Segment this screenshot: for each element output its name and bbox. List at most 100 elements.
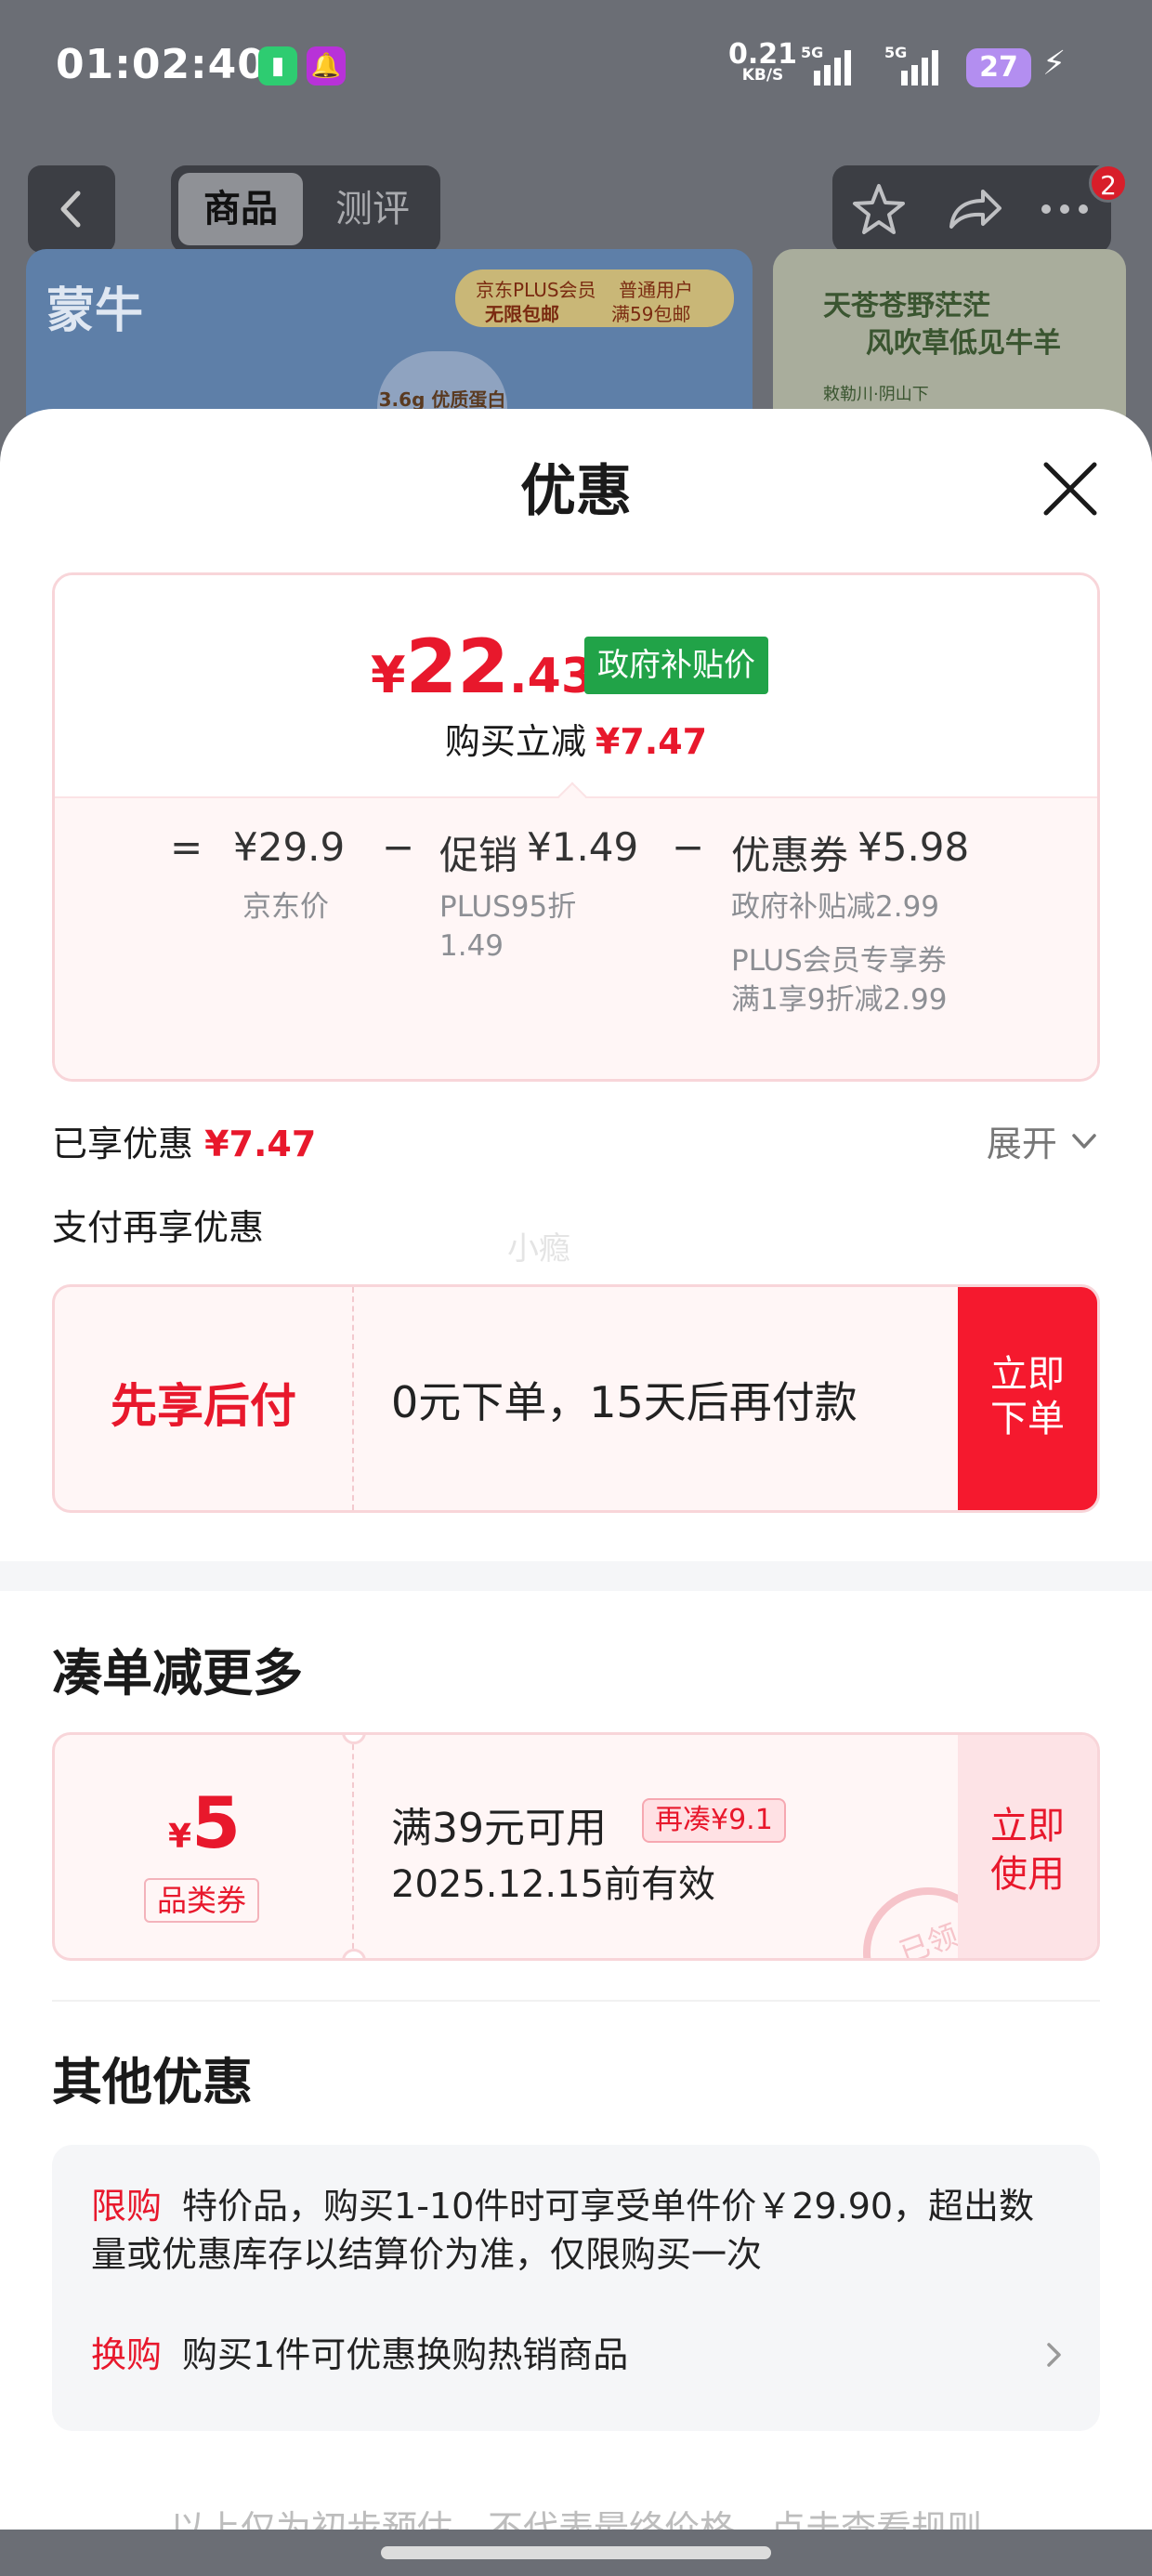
section-divider — [0, 1561, 1152, 1591]
battery-indicator: 27 — [966, 48, 1031, 87]
purchase-limit-item: 限购 特价品，购买1-10件时可享受单件价￥29.90，超出数量或优惠库存以结算价… — [91, 2182, 1067, 2279]
category-coupon-card[interactable]: ¥5 品类券 满39元可用 再凑¥9.1 2025.12.15前有效 已领 立即… — [52, 1732, 1100, 1961]
coupon-type-badge: 品类券 — [144, 1878, 260, 1923]
coupon-condition: 满39元可用 — [391, 1805, 607, 1852]
gov-subsidy-tag: 政府补贴价 — [584, 637, 768, 694]
order-now-line2: 下单 — [990, 1398, 1065, 1440]
coupon-label: 优惠券 — [731, 833, 849, 878]
expand-button[interactable]: 展开 — [987, 1115, 1100, 1166]
price-currency: ¥ — [371, 646, 406, 704]
promo-detail-2: 1.49 — [439, 929, 504, 963]
notification-app-icon: 🔔 — [307, 46, 346, 85]
coupon-amount-box: ¥5 品类券 — [55, 1735, 354, 1958]
close-button[interactable] — [1037, 455, 1104, 522]
close-icon — [1043, 462, 1097, 516]
tab-product[interactable]: 商品 — [178, 173, 303, 245]
pay-more-heading: 支付再享优惠 — [52, 1207, 265, 1248]
banner2-line3: 敕勒川·阴山下 — [823, 385, 929, 404]
coupon-currency: ¥ — [168, 1818, 192, 1856]
back-button[interactable] — [28, 165, 115, 253]
message-count-badge: 2 — [1089, 164, 1128, 203]
use-now-button[interactable]: 立即 使用 — [958, 1735, 1097, 1958]
bnpl-title-box: 先享后付 — [55, 1287, 354, 1510]
product-tabs: 商品 测评 — [171, 165, 440, 253]
status-time: 01:02:40 — [56, 41, 267, 88]
share-icon — [949, 190, 1001, 229]
purchase-limit-label: 限购 — [91, 2186, 163, 2227]
price-decimal: .43 — [508, 649, 596, 704]
chevron-down-icon — [1072, 1134, 1096, 1149]
promo-detail-1: PLUS95折 — [439, 890, 577, 924]
bnpl-description: 0元下单，15天后再付款 — [391, 1377, 857, 1427]
section-divider-line — [52, 2000, 1100, 2002]
coupon-amount-value: 5 — [191, 1781, 241, 1864]
final-price: ¥22.43 — [371, 624, 595, 710]
coupon-detail-2: PLUS会员专享券 — [731, 944, 947, 978]
use-now-line1: 立即 — [990, 1805, 1065, 1847]
instant-reduction: 购买立减 ¥7.47 — [55, 713, 1097, 764]
equals-sign: = — [170, 824, 203, 870]
shipping-tag-a: 京东PLUS会员 — [476, 279, 596, 301]
trade-in-item[interactable]: 换购 购买1件可优惠换购热销商品 — [91, 2331, 628, 2379]
charging-icon: ⚡ — [1042, 45, 1067, 83]
use-now-line2: 使用 — [990, 1853, 1065, 1896]
discount-sheet: 优惠 ¥22.43 政府补贴价 购买立减 ¥7.47 = ¥29.9 京东价 − … — [0, 409, 1152, 2576]
shipping-tag-b: 无限包邮 — [485, 303, 559, 325]
enjoyed-value: ¥7.47 — [204, 1124, 317, 1164]
brand-logo: 蒙牛 — [46, 283, 144, 339]
shipping-tag: 京东PLUS会员 无限包邮 普通用户 满59包邮 — [455, 269, 734, 327]
minus-sign-2: − — [672, 824, 705, 870]
shipping-tag-d: 满59包邮 — [611, 303, 691, 325]
bottle-label: 3.6g 优质蛋白 — [378, 388, 506, 411]
header-actions — [832, 165, 1111, 253]
reduction-value: ¥7.47 — [595, 721, 708, 762]
promo-label: 促销 — [439, 833, 518, 878]
enjoyed-discount-row: 已享优惠 ¥7.47 展开 — [52, 1115, 1100, 1171]
favorite-button[interactable] — [832, 165, 925, 253]
jd-price-label: 京东价 — [242, 890, 329, 924]
enjoyed-label: 已享优惠 — [52, 1124, 194, 1164]
status-bar: 01:02:40 ▮ 🔔 0.21 KB/S 5G 5G 27 ⚡ — [0, 0, 1152, 139]
chevron-left-icon — [60, 191, 81, 228]
product-image-2[interactable]: 天苍苍野茫茫 风吹草低见牛羊 敕勒川·阴山下 — [773, 249, 1126, 435]
signal-5g-2-icon: 5G — [884, 44, 938, 85]
jd-price-value: ¥29.9 — [233, 824, 346, 870]
chevron-right-icon[interactable] — [1041, 2342, 1067, 2368]
watermark: 小瘾 — [507, 1230, 570, 1268]
signal2-label: 5G — [884, 44, 907, 61]
system-nav-bar — [0, 2530, 1152, 2576]
sim-app-icon: ▮ — [258, 46, 297, 85]
purchase-limit-text: 特价品，购买1-10件时可享受单件价￥29.90，超出数量或优惠库存以结算价为准… — [91, 2186, 1035, 2275]
other-discount-title: 其他优惠 — [52, 2053, 253, 2111]
price-integer: 22 — [405, 624, 509, 710]
star-icon — [853, 184, 905, 234]
trade-in-label: 换购 — [91, 2334, 163, 2375]
tab-review[interactable]: 测评 — [310, 173, 435, 245]
expand-label: 展开 — [986, 1124, 1057, 1164]
more-discount-title: 凑单减更多 — [52, 1644, 303, 1702]
banner2-line2: 风吹草低见牛羊 — [866, 327, 1061, 360]
price-summary: ¥22.43 政府补贴价 购买立减 ¥7.47 — [55, 575, 1097, 796]
home-indicator[interactable] — [381, 2546, 771, 2559]
coupon-value: ¥5.98 — [857, 824, 970, 870]
order-now-line1: 立即 — [990, 1353, 1065, 1396]
signal-5g-icon: 5G — [801, 44, 851, 85]
share-button[interactable] — [925, 165, 1018, 253]
coupon-add-more-badge: 再凑¥9.1 — [642, 1798, 786, 1843]
order-now-button[interactable]: 立即 下单 — [958, 1287, 1097, 1510]
reduction-label: 购买立减 — [444, 721, 586, 762]
trade-in-text: 购买1件可优惠换购热销商品 — [182, 2334, 629, 2375]
coupon-detail-1: 政府补贴减2.99 — [731, 890, 940, 924]
banner2-line1: 天苍苍野茫茫 — [823, 290, 990, 322]
sheet-title: 优惠 — [520, 459, 632, 524]
product-image-1[interactable]: 蒙牛 京东PLUS会员 无限包邮 普通用户 满59包邮 3.6g 优质蛋白 — [26, 249, 753, 435]
other-discount-list: 限购 特价品，购买1-10件时可享受单件价￥29.90，超出数量或优惠库存以结算价… — [52, 2145, 1100, 2431]
coupon-amount: ¥5 — [55, 1781, 354, 1864]
promo-value: ¥1.49 — [527, 824, 639, 870]
bnpl-card[interactable]: 先享后付 0元下单，15天后再付款 立即 下单 — [52, 1284, 1100, 1513]
coupon-expiry: 2025.12.15前有效 — [391, 1863, 716, 1906]
bnpl-title: 先享后付 — [111, 1379, 296, 1433]
price-calculation: = ¥29.9 京东价 − 促销 ¥1.49 PLUS95折 1.49 − 优惠… — [55, 796, 1097, 1079]
minus-sign-1: − — [382, 824, 415, 870]
shipping-tag-c: 普通用户 — [619, 279, 693, 301]
